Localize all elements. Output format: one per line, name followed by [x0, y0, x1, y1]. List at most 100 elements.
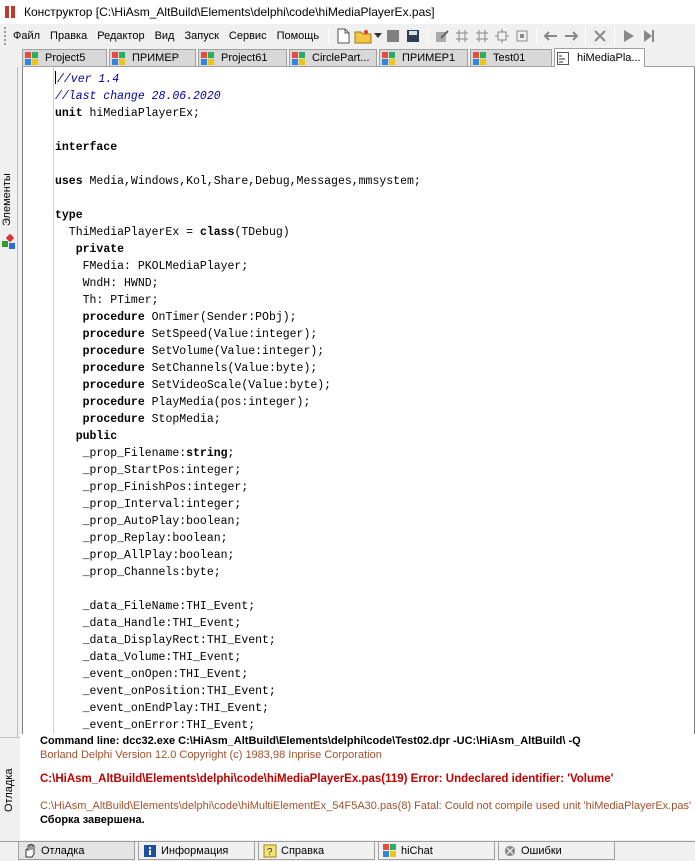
- stop-icon[interactable]: [383, 26, 403, 46]
- fit-icon[interactable]: [512, 26, 532, 46]
- tab-пример[interactable]: ПРИМЕР: [109, 49, 196, 66]
- menu-file[interactable]: Файл: [8, 26, 45, 46]
- code-line[interactable]: [55, 122, 421, 139]
- code-keyword: procedure: [82, 379, 145, 392]
- code-line[interactable]: _data_DisplayRect:THI_Event;: [55, 632, 421, 649]
- code-line[interactable]: type: [55, 207, 421, 224]
- bottom-tab-hand[interactable]: Отладка: [18, 842, 135, 860]
- toolbar-separator: [328, 27, 330, 45]
- elements-panel-label[interactable]: Элементы: [1, 165, 17, 235]
- code-token: ;: [227, 447, 235, 460]
- bottom-tab-info[interactable]: Информация: [138, 842, 255, 860]
- bottom-tab-help[interactable]: ? Справка: [258, 842, 375, 860]
- code-line[interactable]: procedure SetVolume(Value:integer);: [55, 343, 421, 360]
- log-line-error[interactable]: C:\HiAsm_AltBuild\Elements\delphi\code\h…: [40, 772, 695, 786]
- menu-editor[interactable]: Редактор: [92, 26, 149, 46]
- new-file-icon[interactable]: [333, 26, 353, 46]
- code-line[interactable]: //ver 1.4: [55, 71, 421, 88]
- code-line[interactable]: interface: [55, 139, 421, 156]
- debug-output-panel: Отладка Command line: dcc32.exe C:\HiAsm…: [0, 734, 695, 840]
- menu-run[interactable]: Запуск: [179, 26, 223, 46]
- delphi-icon: [112, 51, 126, 65]
- grid-icon[interactable]: [452, 26, 472, 46]
- save-icon[interactable]: [403, 26, 423, 46]
- code-line[interactable]: [55, 156, 421, 173]
- menu-help[interactable]: Помощь: [272, 26, 325, 46]
- edit-icon[interactable]: [432, 26, 452, 46]
- code-line[interactable]: procedure SetChannels(Value:byte);: [55, 360, 421, 377]
- tab-circlepart[interactable]: CirclePart...: [289, 49, 377, 66]
- code-line[interactable]: Th: PTimer;: [55, 292, 421, 309]
- tab-himediapla[interactable]: hiMediaPla...: [554, 48, 645, 67]
- code-line[interactable]: public: [55, 428, 421, 445]
- forward-arrow-icon[interactable]: [561, 26, 581, 46]
- code-line[interactable]: procedure OnTimer(Sender:PObj);: [55, 309, 421, 326]
- menu-service[interactable]: Сервис: [224, 26, 272, 46]
- code-line[interactable]: private: [55, 241, 421, 258]
- info-icon: [143, 844, 157, 858]
- code-line[interactable]: _prop_Filename:string;: [55, 445, 421, 462]
- code-line[interactable]: _data_Handle:THI_Event;: [55, 615, 421, 632]
- document-tabs: Project5 ПРИМЕР Project61 CirclePart... ПРИМ…: [22, 48, 695, 67]
- code-line[interactable]: _data_Volume:THI_Event;: [55, 649, 421, 666]
- delphi-icon: [201, 51, 215, 65]
- menu-edit[interactable]: Правка: [45, 26, 92, 46]
- code-line[interactable]: procedure SetVideoScale(Value:byte);: [55, 377, 421, 394]
- tab-project61[interactable]: Project61: [198, 49, 287, 66]
- code-token: PlayMedia(pos:integer);: [144, 396, 311, 409]
- code-text[interactable]: //ver 1.4 //last change 28.06.2020 unit hi…: [55, 71, 421, 734]
- code-line[interactable]: _prop_AllPlay:boolean;: [55, 547, 421, 564]
- bottom-tab-errors[interactable]: Ошибки: [498, 842, 615, 860]
- code-line[interactable]: procedure SetSpeed(Value:integer);: [55, 326, 421, 343]
- toolbar-separator: [614, 27, 616, 45]
- debug-output-log[interactable]: Command line: dcc32.exe C:\HiAsm_AltBuil…: [20, 734, 695, 840]
- code-line[interactable]: _event_onError:THI_Event;: [55, 717, 421, 734]
- tab-project5[interactable]: Project5: [22, 49, 107, 66]
- code-line[interactable]: [55, 581, 421, 598]
- tab-пример1[interactable]: ПРИМЕР1: [379, 49, 468, 66]
- svg-text:?: ?: [267, 847, 273, 858]
- code-line[interactable]: [55, 190, 421, 207]
- code-keyword: procedure: [82, 328, 145, 341]
- delphi-icon: [25, 51, 39, 65]
- elements-icon[interactable]: [1, 234, 17, 250]
- code-line[interactable]: uses Media,Windows,Kol,Share,Debug,Messa…: [55, 173, 421, 190]
- code-line[interactable]: //last change 28.06.2020: [55, 88, 421, 105]
- dropdown-arrow-icon[interactable]: [373, 26, 383, 46]
- code-line[interactable]: _event_onOpen:THI_Event;: [55, 666, 421, 683]
- open-folder-icon[interactable]: [353, 26, 373, 46]
- code-line[interactable]: _prop_AutoPlay:boolean;: [55, 513, 421, 530]
- code-comment: //ver 1.4: [57, 73, 120, 86]
- delete-icon[interactable]: [590, 26, 610, 46]
- code-editor[interactable]: //ver 1.4 //last change 28.06.2020 unit hi…: [22, 67, 695, 737]
- editor-gutter-line: [53, 67, 54, 736]
- align-icon[interactable]: [492, 26, 512, 46]
- back-arrow-icon[interactable]: [541, 26, 561, 46]
- run-icon[interactable]: [619, 26, 639, 46]
- code-line[interactable]: _prop_StartPos:integer;: [55, 462, 421, 479]
- code-line[interactable]: _prop_Interval:integer;: [55, 496, 421, 513]
- code-line[interactable]: procedure PlayMedia(pos:integer);: [55, 394, 421, 411]
- code-line[interactable]: FMedia: PKOLMediaPlayer;: [55, 258, 421, 275]
- code-line[interactable]: _event_onPosition:THI_Event;: [55, 683, 421, 700]
- code-line[interactable]: unit hiMediaPlayerEx;: [55, 105, 421, 122]
- code-line[interactable]: _prop_FinishPos:integer;: [55, 479, 421, 496]
- title-bar: Конструктор [C:\HiAsm_AltBuild\Elements\…: [0, 0, 695, 24]
- grid-icon[interactable]: [472, 26, 492, 46]
- delphi-icon: [292, 51, 306, 65]
- menu-toolbar-row: Файл Правка Редактор Вид Запуск Сервис П…: [0, 24, 695, 48]
- code-line[interactable]: _event_onEndPlay:THI_Event;: [55, 700, 421, 717]
- code-line[interactable]: procedure StopMedia;: [55, 411, 421, 428]
- code-line[interactable]: _prop_Channels:byte;: [55, 564, 421, 581]
- code-line[interactable]: ThiMediaPlayerEx = class(TDebug): [55, 224, 421, 241]
- bottom-tab-chat[interactable]: hiChat: [378, 842, 495, 860]
- step-icon[interactable]: [639, 26, 659, 46]
- code-line[interactable]: WndH: HWND;: [55, 275, 421, 292]
- tab-test01[interactable]: Test01: [470, 49, 552, 66]
- code-line[interactable]: _prop_Replay:boolean;: [55, 530, 421, 547]
- menu-view[interactable]: Вид: [150, 26, 180, 46]
- code-token: hiMediaPlayerEx;: [89, 107, 200, 120]
- code-line[interactable]: _data_FileName:THI_Event;: [55, 598, 421, 615]
- log-line-fatal[interactable]: C:\HiAsm_AltBuild\Elements\delphi\code\h…: [40, 799, 695, 813]
